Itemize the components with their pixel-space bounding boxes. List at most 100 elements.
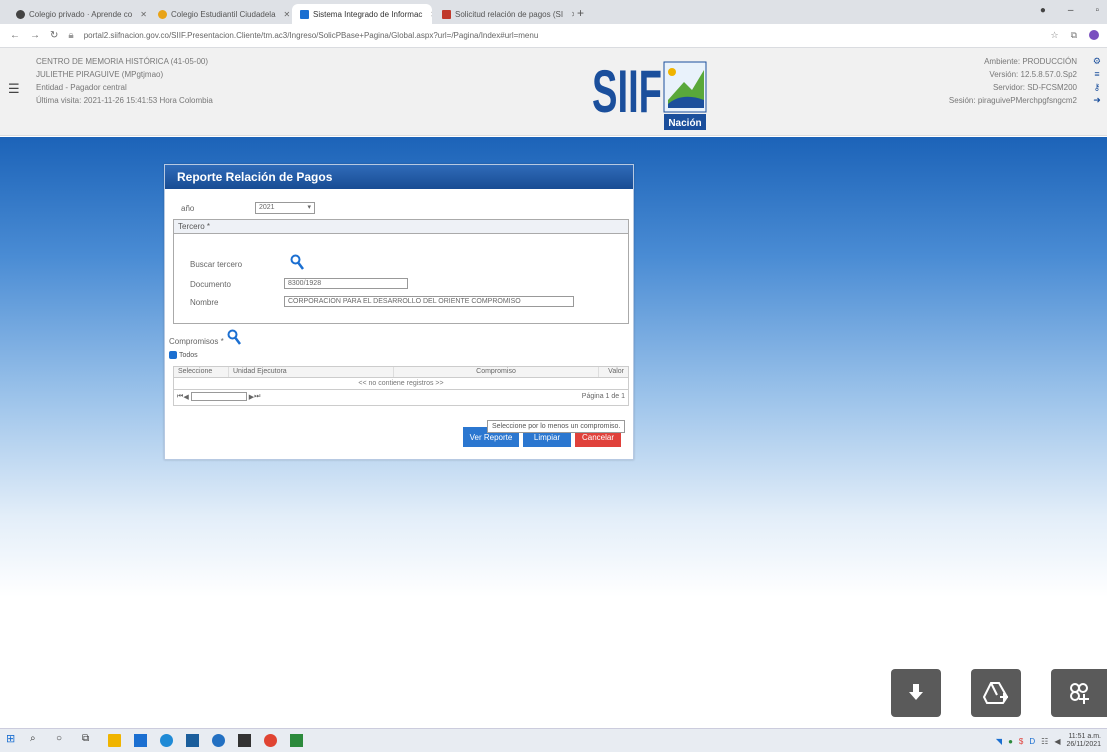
browser-menu-dot-icon[interactable]: ● <box>1040 5 1046 16</box>
task-view-icon[interactable]: ⧉ <box>82 733 95 746</box>
system-line: Versión: 12.5.8.57.0.Sp2 <box>989 70 1077 79</box>
tray-icon[interactable]: ◥ <box>996 737 1002 746</box>
app-icon[interactable] <box>186 734 199 747</box>
search-compromisos-icon[interactable] <box>227 329 241 345</box>
system-line: Servidor: SD-FCSM200 <box>992 83 1077 92</box>
app-icon[interactable] <box>212 734 225 747</box>
logout-icon[interactable]: ➜ <box>1093 94 1101 107</box>
clock-date: 26/11/2021 <box>1066 741 1101 748</box>
wifi-icon[interactable]: ☷ <box>1041 737 1048 746</box>
browser-tab[interactable]: Solicitud relación de pagos (SI ✕ <box>434 4 574 24</box>
user-line: CENTRO DE MEMORIA HISTÓRICA (41-05-00) <box>36 57 209 66</box>
volume-icon[interactable]: ◀ <box>1054 737 1060 746</box>
tab-favicon-icon <box>300 9 309 19</box>
grid-col-header[interactable]: Unidad Ejecutora <box>229 367 394 377</box>
browser-tab-bar: Colegio privado · Aprende co ✕ Colegio E… <box>0 0 1107 24</box>
grid-col-header[interactable]: Compromiso <box>394 367 599 377</box>
toolbar-icons: ☆ ⧉ <box>1050 30 1099 41</box>
grid-col-header[interactable]: Seleccione <box>174 367 229 377</box>
profile-icon[interactable] <box>1089 30 1099 40</box>
download-button[interactable] <box>891 669 941 717</box>
forward-icon[interactable]: → <box>30 30 40 41</box>
prev-page-icon[interactable]: ◀ <box>183 393 188 401</box>
logo-subtitle: Nación <box>668 118 701 129</box>
grid-pager: ⏮ ◀ ▶ ⏭ Página 1 de 1 <box>174 390 628 403</box>
nombre-label: Nombre <box>190 298 219 307</box>
tab-label: Sistema Integrado de Informac <box>313 9 423 19</box>
app-header: ☰ CENTRO DE MEMORIA HISTÓRICA (41-05-00)… <box>0 48 1107 136</box>
cortana-icon[interactable]: ○ <box>56 733 69 746</box>
file-explorer-icon[interactable] <box>108 734 121 747</box>
add-option-button[interactable] <box>1051 669 1107 717</box>
menu-icon[interactable]: ☰ <box>8 81 20 97</box>
system-tray: ◥ ● $ D ☷ ◀ 11:51 a.m. 26/11/2021 <box>996 733 1101 749</box>
tab-close-icon[interactable]: ✕ <box>284 10 290 19</box>
add-drive-icon <box>983 682 1009 704</box>
tray-icon[interactable]: $ <box>1019 737 1023 746</box>
nombre-field[interactable]: CORPORACION PARA EL DESARROLLO DEL ORIEN… <box>284 296 574 307</box>
browser-tab[interactable]: Colegio privado · Aprende co ✕ <box>8 4 148 24</box>
logo-text: SIIF <box>592 58 662 125</box>
start-icon[interactable]: ⊞ <box>6 732 19 745</box>
excel-icon[interactable] <box>290 734 303 747</box>
tab-close-icon[interactable]: ✕ <box>140 10 147 19</box>
system-line: Sesión: piraguivePMerchpgfsngcm2 <box>948 96 1077 105</box>
todos-label: Todos <box>179 351 198 359</box>
chevron-down-icon: ▾ <box>307 204 311 211</box>
list-icon[interactable]: ≡ <box>1093 68 1101 81</box>
address-bar: ← → ↻ 🔒︎ portal2.siifnacion.gov.co/SIIF.… <box>0 24 1107 48</box>
year-select[interactable]: 2021 ▾ <box>255 202 315 214</box>
taskbar: ⊞ ⌕ ○ ⧉ ◥ ● $ D ☷ ◀ 11:51 a.m. 26/11/202… <box>0 728 1107 752</box>
search-tercero-icon[interactable] <box>290 254 304 270</box>
back-icon[interactable]: ← <box>10 30 20 41</box>
documento-field[interactable]: 8300/1928 <box>284 278 408 289</box>
year-label: año <box>181 204 195 213</box>
header-actions: ⚙ ≡ ⚷ ➜ <box>1093 55 1101 107</box>
tercero-fieldset: Tercero * Buscar tercero Documento 8300/… <box>173 219 629 324</box>
add-drive-button[interactable] <box>971 669 1021 717</box>
reload-icon[interactable]: ↻ <box>50 30 58 41</box>
last-page-icon[interactable]: ⏭ <box>254 393 260 401</box>
user-line: JULIETHE PIRAGUIVE (MPgtjmao) <box>36 70 164 79</box>
star-icon[interactable]: ☆ <box>1050 30 1058 41</box>
maximize-icon[interactable]: ▫ <box>1095 5 1099 16</box>
tab-favicon-icon <box>16 9 25 19</box>
new-tab-icon[interactable]: + <box>577 6 584 20</box>
app-icon[interactable] <box>134 734 147 747</box>
tab-label: Colegio Estudiantil Ciudadela <box>171 9 276 19</box>
grid-col-header[interactable]: Valor <box>599 367 628 377</box>
search-icon[interactable]: ⌕ <box>30 733 43 746</box>
dialog-title: Reporte Relación de Pagos <box>165 165 633 189</box>
pager-text: Página 1 de 1 <box>581 393 625 400</box>
tab-favicon-icon <box>158 9 167 19</box>
user-line: Última visita: 2021-11-26 15:41:53 Hora … <box>36 96 213 105</box>
todos-checkbox-row: Todos <box>169 351 198 359</box>
page-input[interactable] <box>190 392 247 401</box>
browser-tab[interactable]: Colegio Estudiantil Ciudadela ✕ <box>150 4 290 24</box>
tray-icon[interactable]: ● <box>1008 737 1013 746</box>
key-icon[interactable]: ⚷ <box>1093 81 1101 94</box>
grid-empty-message: << no contiene registros >> <box>174 378 628 390</box>
chrome-icon[interactable] <box>264 734 277 747</box>
todos-checkbox[interactable] <box>169 351 177 359</box>
clock[interactable]: 11:51 a.m. 26/11/2021 <box>1066 733 1101 749</box>
app-icon[interactable] <box>238 734 251 747</box>
url-input[interactable]: portal2.siifnacion.gov.co/SIIF.Presentac… <box>84 31 644 40</box>
clock-time: 11:51 a.m. <box>1068 733 1101 740</box>
report-dialog: Reporte Relación de Pagos año 2021 ▾ Ter… <box>164 164 634 460</box>
minimize-icon[interactable]: – <box>1068 5 1074 16</box>
system-line: Ambiente: PRODUCCIÓN <box>984 57 1077 66</box>
user-info: CENTRO DE MEMORIA HISTÓRICA (41-05-00) J… <box>36 55 213 107</box>
extensions-icon[interactable]: ⧉ <box>1071 30 1077 41</box>
tab-close-icon[interactable]: ✕ <box>430 10 432 19</box>
grid-header: Seleccione Unidad Ejecutora Compromiso V… <box>174 367 628 378</box>
tray-icon[interactable]: D <box>1029 737 1035 746</box>
buscar-tercero-label: Buscar tercero <box>190 260 243 269</box>
edge-icon[interactable] <box>160 734 173 747</box>
settings-icon[interactable]: ⚙ <box>1093 55 1101 68</box>
compromisos-label: Compromisos * <box>169 337 224 346</box>
documento-label: Documento <box>190 280 231 289</box>
browser-tab-active[interactable]: Sistema Integrado de Informac ✕ <box>292 4 432 24</box>
window-controls: ● – ▫ <box>1040 5 1099 16</box>
tab-close-icon[interactable]: ✕ <box>571 10 574 19</box>
